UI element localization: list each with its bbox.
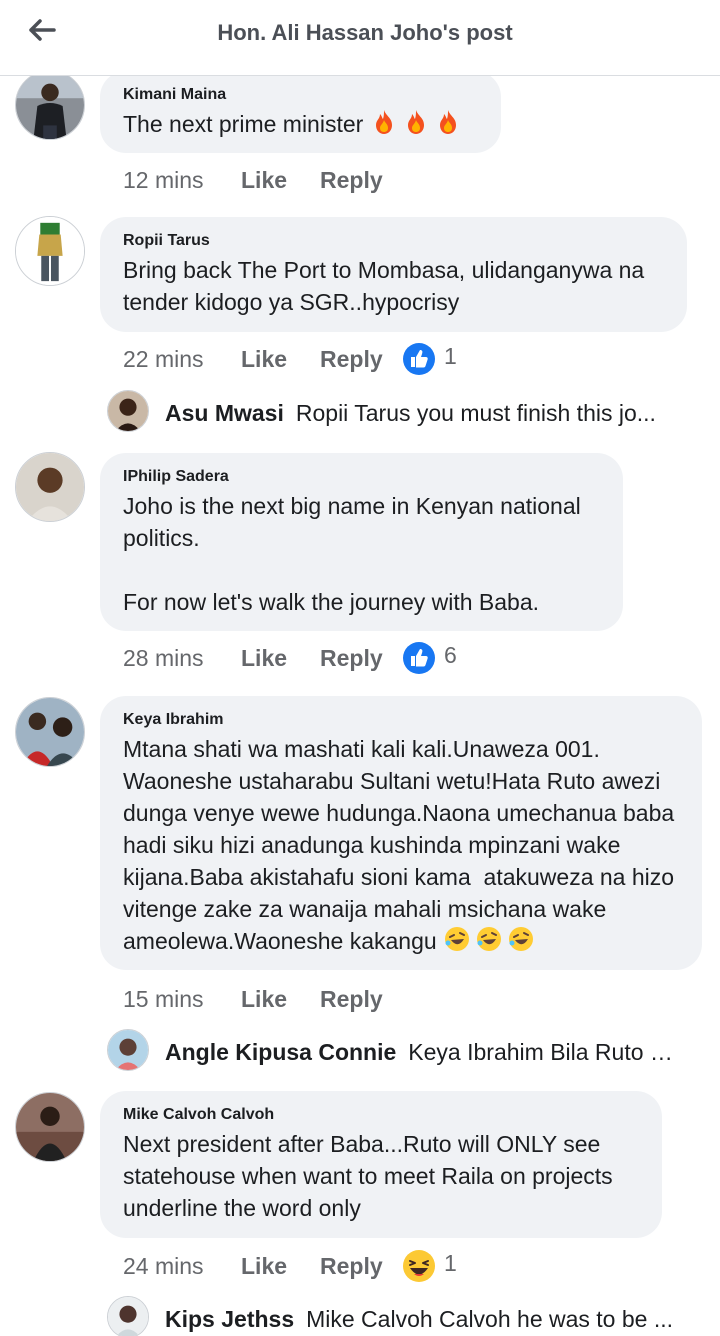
rofl-emoji-icon [443,925,471,961]
comment-author[interactable]: Ropii Tarus [123,230,663,252]
avatar[interactable] [15,452,85,522]
comment-bubble: Ropii Tarus Bring back The Port to Momba… [100,217,687,332]
reply-preview[interactable]: Asu Mwasi Ropii Tarus you must finish thi… [165,400,680,432]
like-reaction-icon [403,343,435,375]
comment-time: 24 mins [123,1252,204,1279]
reactions-summary[interactable]: 6 [402,641,457,675]
fire-emoji-icon [370,108,398,144]
comment-meta: 22 mins Like Reply 1 [123,343,457,375]
comment-time: 22 mins [123,345,204,372]
rofl-emoji-icon [475,925,503,961]
comment-meta: 12 mins Like Reply [123,164,402,196]
reply-text: Ropii Tarus you must finish this jo... [295,400,656,426]
like-button[interactable]: Like [241,1253,320,1280]
reaction-count: 1 [444,342,457,369]
reaction-count: 6 [444,641,457,668]
reply-preview[interactable]: Angle Kipusa Connie Keya Ibrahim Bila Rut… [165,1039,680,1071]
comment-author[interactable]: IPhilip Sadera [123,466,599,488]
reply-author[interactable]: Angle Kipusa Connie [165,1039,396,1065]
reply-button[interactable]: Reply [320,167,402,194]
like-button[interactable]: Like [241,986,320,1013]
haha-reaction-icon [403,1250,435,1282]
comment-meta: 24 mins Like Reply 1 [123,1250,457,1282]
comment-bubble: Mike Calvoh Calvoh Next president after … [100,1091,662,1238]
comment-text: Next president after Baba...Ruto will ON… [123,1131,620,1221]
comment-text: The next prime minister [123,108,477,144]
avatar[interactable] [15,697,85,767]
avatar[interactable] [15,76,85,140]
reply-button[interactable]: Reply [320,1253,402,1280]
fire-emoji-icon [402,108,430,144]
reply-text: Mike Calvoh Calvoh he was to be ... [306,1306,674,1332]
comment-meta: 28 mins Like Reply 6 [123,642,457,674]
like-button[interactable]: Like [241,167,320,194]
comment-text: Joho is the next big name in Kenyan nati… [123,493,581,615]
fire-emoji-icon [434,108,462,144]
comment-text-content: Mtana shati wa mashati kali kali.Unaweza… [123,736,681,955]
like-reaction-icon [403,642,435,674]
avatar[interactable] [107,1029,149,1071]
reaction-count: 1 [444,1249,457,1276]
avatar[interactable] [107,390,149,432]
reactions-summary[interactable]: 1 [402,342,457,376]
comment-bubble: Kimani Maina The next prime minister [100,76,501,153]
comment-time: 15 mins [123,985,204,1012]
like-button[interactable]: Like [241,645,320,672]
reply-button[interactable]: Reply [320,986,402,1013]
avatar[interactable] [15,216,85,286]
comment-text: Bring back The Port to Mombasa, ulidanga… [123,257,651,315]
comment-bubble: IPhilip Sadera Joho is the next big name… [100,453,623,631]
comment-author[interactable]: Keya Ibrahim [123,709,678,731]
reply-author[interactable]: Kips Jethss [165,1306,294,1332]
comment-meta: 15 mins Like Reply [123,983,402,1015]
comment-time: 28 mins [123,644,204,671]
comment-author[interactable]: Mike Calvoh Calvoh [123,1104,638,1126]
comment-text-content: The next prime minister [123,111,364,138]
reply-button[interactable]: Reply [320,346,402,373]
comment-time: 12 mins [123,166,204,193]
avatar[interactable] [15,1092,85,1162]
page-title: Hon. Ali Hassan Joho's post [217,20,513,45]
like-button[interactable]: Like [241,346,320,373]
reply-text: Keya Ibrahim Bila Ruto h... [408,1039,680,1065]
reactions-summary[interactable]: 1 [402,1249,457,1283]
reply-button[interactable]: Reply [320,645,402,672]
reply-author[interactable]: Asu Mwasi [165,400,284,426]
comments-list: Kimani Maina The next prime minister 12 … [0,76,720,1336]
reply-preview[interactable]: Kips Jethss Mike Calvoh Calvoh he was to … [165,1306,680,1336]
comment-bubble: Keya Ibrahim Mtana shati wa mashati kali… [100,696,702,970]
rofl-emoji-icon [507,925,535,961]
avatar[interactable] [107,1296,149,1336]
comment-author[interactable]: Kimani Maina [123,84,477,106]
comment-text: Mtana shati wa mashati kali kali.Unaweza… [123,733,678,961]
app-header: Hon. Ali Hassan Joho's post [0,0,720,76]
